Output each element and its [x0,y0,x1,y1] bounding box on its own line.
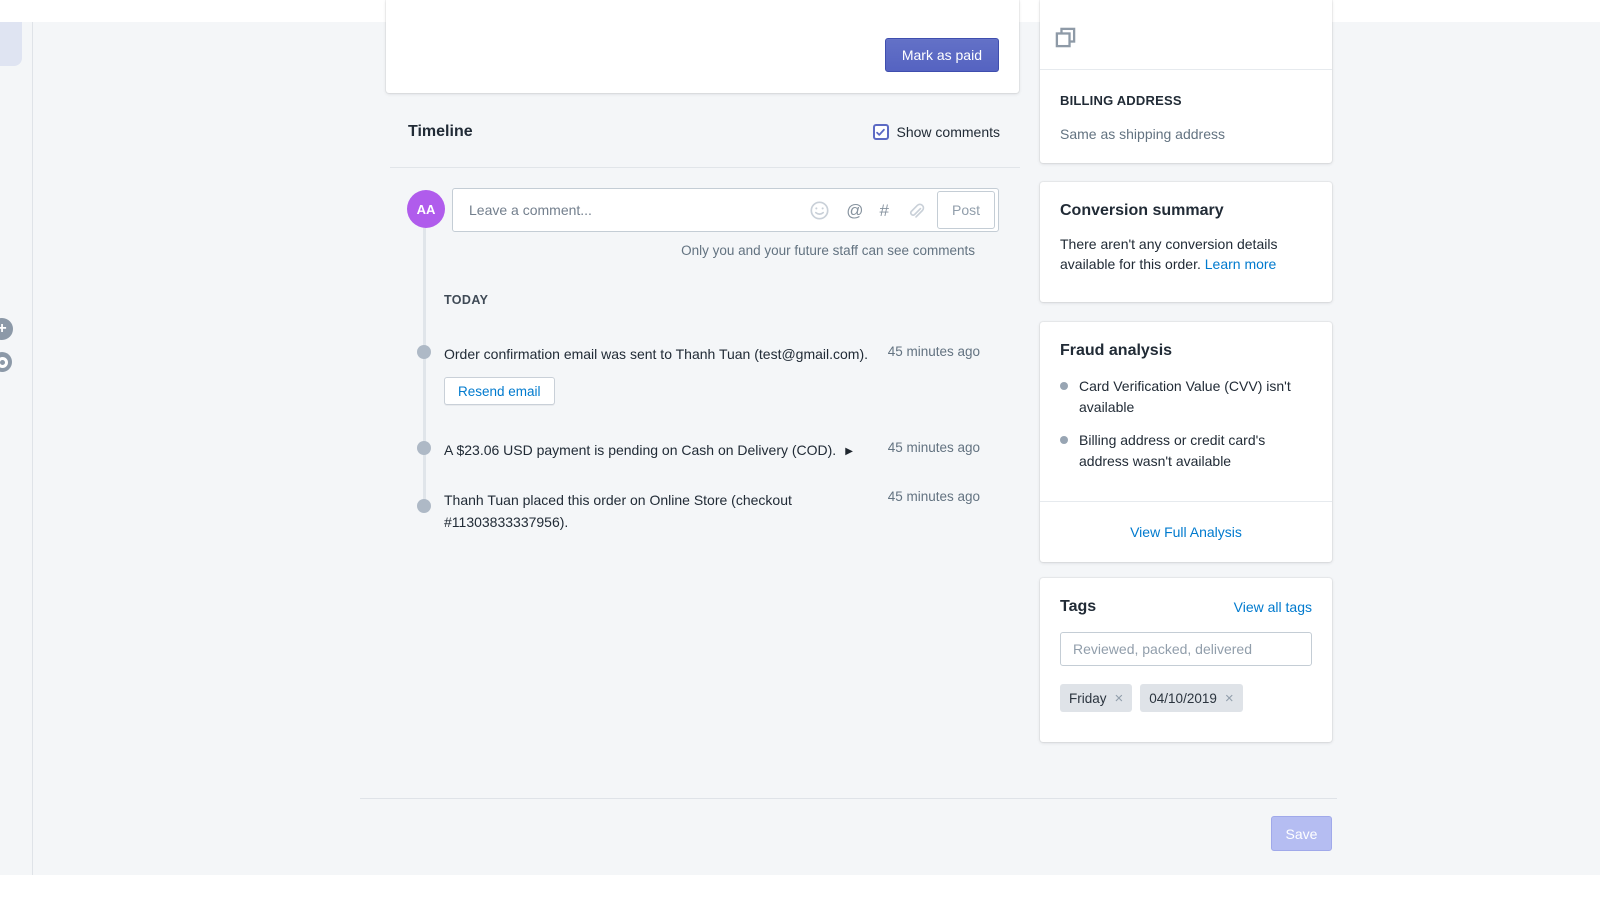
fraud-indicator-text: Billing address or credit card's address… [1079,430,1312,472]
view-full-analysis-link[interactable]: View Full Analysis [1130,524,1242,540]
nav-item-stub[interactable] [0,22,22,66]
tags-card: Tags View all tags Friday × 04/10/2019 × [1040,578,1332,742]
avatar: AA [407,190,445,228]
mark-as-paid-button[interactable]: Mark as paid [885,38,999,72]
timeline-dot [417,441,431,455]
save-button[interactable]: Save [1271,816,1332,851]
remove-tag-icon[interactable]: × [1115,691,1124,706]
timeline-event-text-label: A $23.06 USD payment is pending on Cash … [444,442,836,458]
order-detail-page: + Mark as paid Timeline Show comments AA [0,0,1600,900]
fraud-analysis-body: Fraud analysis Card Verification Value (… [1040,322,1332,501]
tags-header: Tags View all tags [1060,598,1312,616]
billing-address-section: BILLING ADDRESS Same as shipping address [1040,70,1332,142]
comment-toolbar: @ # [809,200,925,221]
customer-card-actions [1040,0,1332,70]
emoji-icon[interactable] [809,200,830,221]
comment-input[interactable] [469,202,809,218]
fraud-analysis-title: Fraud analysis [1060,342,1312,360]
tag-pill[interactable]: 04/10/2019 × [1140,684,1242,712]
comment-privacy-note: Only you and your future staff can see c… [508,243,975,258]
conversion-summary-body: There aren't any conversion details avai… [1060,234,1312,274]
timeline-day-label: TODAY [444,293,488,307]
show-comments-toggle[interactable]: Show comments [873,124,1000,140]
fraud-indicator-item: Billing address or credit card's address… [1060,430,1312,472]
add-floating-button[interactable]: + [0,318,13,340]
timeline-event-time: 45 minutes ago [830,489,980,504]
footer-divider [360,798,1337,799]
fraud-analysis-card: Fraud analysis Card Verification Value (… [1040,322,1332,562]
timeline-event-text: Thanh Tuan placed this order on Online S… [444,489,806,533]
timeline-event-time: 45 minutes ago [830,344,980,359]
target-floating-button[interactable] [0,352,12,372]
tag-label: 04/10/2019 [1149,691,1217,706]
timeline-dot [417,345,431,359]
fraud-indicator-list: Card Verification Value (CVV) isn't avai… [1060,376,1312,472]
timeline-line [423,222,426,509]
timeline-dot [417,499,431,513]
conversion-summary-card: Conversion summary There aren't any conv… [1040,182,1332,302]
fraud-analysis-footer: View Full Analysis [1040,502,1332,562]
tags-title: Tags [1060,598,1096,616]
hashtag-icon[interactable]: # [880,202,889,219]
timeline-event-time: 45 minutes ago [830,440,980,455]
payment-card: Mark as paid [386,0,1019,93]
mention-icon[interactable]: @ [846,202,863,219]
tags-input[interactable] [1060,632,1312,666]
conversion-summary-title: Conversion summary [1060,202,1312,220]
duplicate-icon[interactable] [1054,26,1077,49]
fraud-indicator-text: Card Verification Value (CVV) isn't avai… [1079,376,1312,418]
checkbox-checked-icon[interactable] [873,124,889,140]
billing-address-value: Same as shipping address [1060,126,1312,142]
post-button[interactable]: Post [937,191,995,229]
view-all-tags-link[interactable]: View all tags [1234,599,1312,615]
bullet-icon [1060,382,1068,390]
resend-email-button[interactable]: Resend email [444,377,555,405]
attachment-icon[interactable] [905,200,925,220]
learn-more-link[interactable]: Learn more [1205,256,1277,272]
plus-icon: + [0,321,7,337]
fraud-indicator-item: Card Verification Value (CVV) isn't avai… [1060,376,1312,418]
show-comments-label: Show comments [897,124,1000,140]
tag-label: Friday [1069,691,1107,706]
timeline-title: Timeline [408,123,473,141]
billing-address-heading: BILLING ADDRESS [1060,93,1312,108]
tag-pill[interactable]: Friday × [1060,684,1132,712]
tags-list: Friday × 04/10/2019 × [1060,684,1312,712]
bullet-icon [1060,436,1068,444]
timeline-divider [390,167,1020,168]
customer-card: BILLING ADDRESS Same as shipping address [1040,0,1332,163]
comment-composer: @ # Post [452,188,999,232]
content-area: + Mark as paid Timeline Show comments AA [0,22,1600,875]
target-icon [0,357,8,368]
timeline-header: Timeline Show comments [408,112,1000,152]
remove-tag-icon[interactable]: × [1225,691,1234,706]
left-panel-divider [32,22,33,875]
